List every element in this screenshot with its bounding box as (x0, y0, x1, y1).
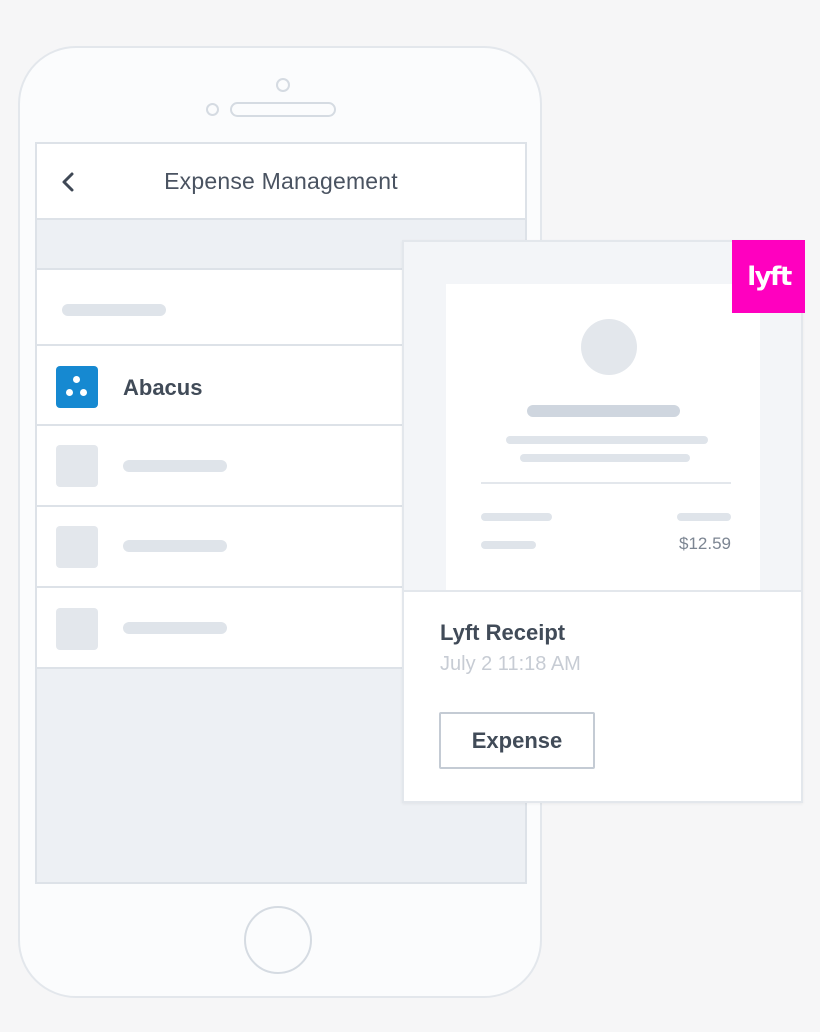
speaker-grille (230, 102, 336, 117)
avatar-placeholder (581, 319, 637, 375)
abacus-logo-icon (56, 366, 98, 408)
placeholder-bar (527, 405, 680, 417)
thumbnail-placeholder (56, 608, 98, 650)
thumbnail-placeholder (56, 526, 98, 568)
nav-bar: Expense Management (37, 144, 525, 220)
svg-text:lyft: lyft (747, 262, 792, 292)
placeholder-bar (520, 454, 690, 462)
receipt-card: $12.59 lyft Lyft Receipt July 2 11:18 AM… (402, 240, 805, 803)
lyft-logo: lyft (732, 240, 805, 313)
placeholder-bar (62, 304, 166, 316)
placeholder-bar (123, 622, 227, 634)
placeholder-bar (481, 541, 536, 549)
receipt-paper: $12.59 (446, 284, 760, 590)
receipt-date: July 2 11:18 AM (440, 653, 581, 675)
placeholder-bar (506, 436, 708, 444)
expense-button[interactable]: Expense (439, 712, 595, 769)
placeholder-bar (123, 460, 227, 472)
camera-icon (276, 78, 290, 92)
divider (481, 482, 731, 484)
placeholder-bar (481, 513, 552, 521)
thumbnail-placeholder (56, 445, 98, 487)
sensor-icon (206, 103, 219, 116)
receipt-amount: $12.59 (679, 534, 731, 553)
placeholder-bar (677, 513, 731, 521)
lyft-logo-icon: lyft (747, 262, 793, 292)
receipt-title: Lyft Receipt (440, 620, 566, 645)
home-button[interactable] (244, 906, 312, 974)
page-title: Expense Management (164, 168, 398, 194)
list-item-label: Abacus (123, 375, 203, 400)
placeholder-bar (123, 540, 227, 552)
